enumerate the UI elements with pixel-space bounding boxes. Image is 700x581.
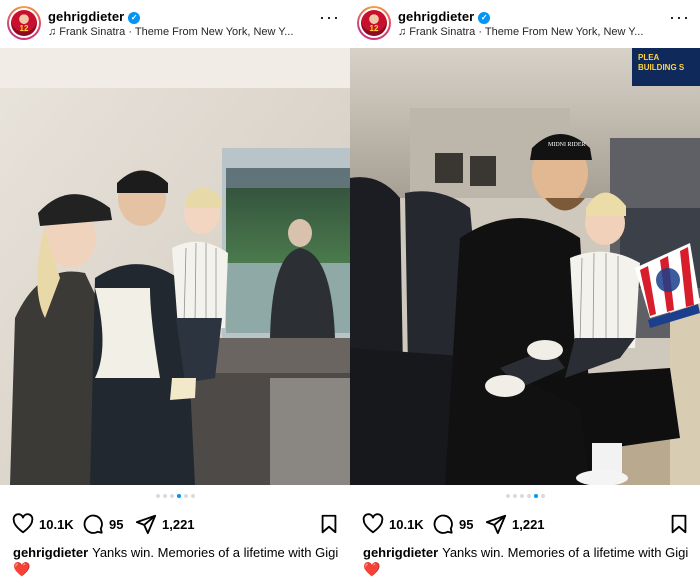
- caption-username[interactable]: gehrigdieter: [13, 545, 88, 560]
- save-button[interactable]: [668, 512, 690, 536]
- music-row[interactable]: ♫ Frank Sinatra · Theme From New York, Ne…: [398, 26, 643, 38]
- username[interactable]: gehrigdieter: [48, 9, 124, 24]
- username[interactable]: gehrigdieter: [398, 9, 474, 24]
- carousel-dot: [505, 494, 510, 498]
- music-row[interactable]: ♫ Frank Sinatra · Theme From New York, Ne…: [48, 26, 293, 38]
- verified-badge-icon: ✓: [478, 12, 491, 24]
- carousel-dots: [0, 494, 350, 498]
- music-note-icon: ♫: [48, 26, 57, 38]
- photo-illustration: PLEA BUILDING S MIDNI RIDER: [350, 48, 700, 485]
- avatar-number: 12: [19, 24, 29, 33]
- post-photo[interactable]: [0, 48, 350, 485]
- save-button[interactable]: [318, 512, 340, 536]
- scoreboard-line-1: PLEA: [638, 53, 660, 62]
- like-count: 10.1K: [39, 516, 74, 532]
- like-count: 10.1K: [389, 516, 424, 532]
- scoreboard-line-2: BUILDING S: [638, 63, 685, 72]
- instagram-post-left: 12 gehrigdieter ✓ ♫ Frank Sinatra · Theme …: [0, 0, 350, 581]
- carousel-dot-active: [176, 494, 181, 498]
- avatar-number: 12: [369, 24, 379, 33]
- like-button[interactable]: 10.1K: [12, 512, 74, 536]
- instagram-post-right: 12 gehrigdieter ✓ ♫ Frank Sinatra · Theme …: [350, 0, 700, 581]
- carousel-dot-active: [533, 494, 538, 498]
- avatar-image: 12: [11, 10, 37, 36]
- verified-badge-icon: ✓: [128, 12, 141, 24]
- carousel-dots: [350, 494, 700, 498]
- caption-text: Yanks win. Memories of a lifetime with G…: [92, 545, 339, 560]
- caption-username[interactable]: gehrigdieter: [363, 545, 438, 560]
- avatar-image: 12: [361, 10, 387, 36]
- username-row: gehrigdieter ✓: [398, 9, 491, 24]
- heart-emoji: ❤️: [363, 561, 381, 577]
- more-dots-icon: ···: [669, 7, 690, 27]
- comment-count: 95: [109, 516, 124, 532]
- carousel-dot: [526, 494, 531, 498]
- like-button[interactable]: 10.1K: [362, 512, 424, 536]
- username-row: gehrigdieter ✓: [48, 9, 141, 24]
- carousel-dot: [162, 494, 167, 498]
- share-button[interactable]: 1,221: [485, 512, 545, 536]
- more-dots-icon: ···: [319, 7, 340, 27]
- music-note-icon: ♫: [398, 26, 407, 38]
- carousel-dot: [169, 494, 174, 498]
- carousel-dot: [183, 494, 188, 498]
- action-bar: 10.1K 95 1,221: [0, 512, 350, 536]
- music-title: Frank Sinatra · Theme From New York, New…: [409, 26, 644, 38]
- post-header: 12 gehrigdieter ✓ ♫ Frank Sinatra · Theme …: [0, 0, 350, 47]
- caption-text: Yanks win. Memories of a lifetime with G…: [442, 545, 689, 560]
- post-photo[interactable]: PLEA BUILDING S MIDNI RIDER: [350, 48, 700, 485]
- more-options-button[interactable]: ···: [319, 8, 340, 26]
- action-bar: 10.1K 95 1,221: [350, 512, 700, 536]
- comment-button[interactable]: 95: [432, 512, 473, 536]
- music-title: Frank Sinatra · Theme From New York, New…: [59, 26, 294, 38]
- more-options-button[interactable]: ···: [669, 8, 690, 26]
- post-caption: gehrigdieter Yanks win. Memories of a lif…: [363, 545, 693, 577]
- avatar[interactable]: 12: [7, 6, 41, 40]
- post-caption: gehrigdieter Yanks win. Memories of a lif…: [13, 545, 343, 577]
- heart-emoji: ❤️: [13, 561, 31, 577]
- bookmark-icon: [321, 514, 337, 534]
- share-count: 1,221: [162, 516, 195, 532]
- comment-count: 95: [459, 516, 474, 532]
- cap-text: MIDNI RIDER: [548, 142, 586, 148]
- share-button[interactable]: 1,221: [135, 512, 195, 536]
- carousel-dot: [155, 494, 160, 498]
- share-count: 1,221: [512, 516, 545, 532]
- carousel-dot: [519, 494, 524, 498]
- avatar[interactable]: 12: [357, 6, 391, 40]
- bookmark-icon: [671, 514, 687, 534]
- paper-plane-icon: [485, 514, 507, 535]
- comment-bubble-icon: [433, 514, 453, 534]
- paper-plane-icon: [135, 514, 157, 535]
- carousel-dot: [190, 494, 195, 498]
- carousel-dot: [512, 494, 517, 498]
- photo-illustration: [0, 48, 350, 485]
- comment-bubble-icon: [83, 514, 103, 534]
- comment-button[interactable]: 95: [82, 512, 123, 536]
- heart-icon: [362, 513, 384, 534]
- post-header: 12 gehrigdieter ✓ ♫ Frank Sinatra · Theme …: [350, 0, 700, 47]
- heart-icon: [12, 513, 34, 534]
- carousel-dot: [540, 494, 545, 498]
